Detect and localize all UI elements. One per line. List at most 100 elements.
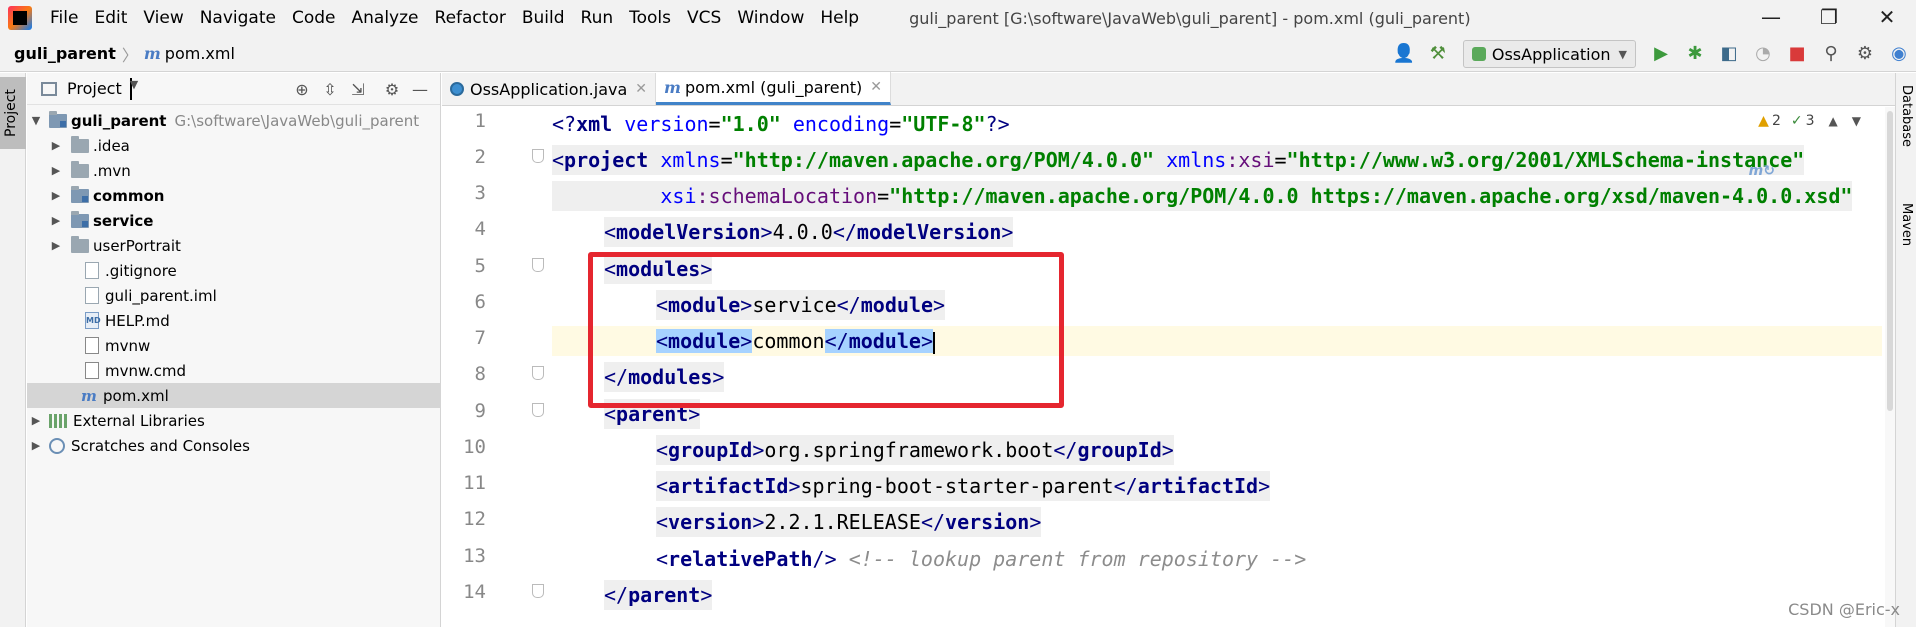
fold-marker-icon[interactable] <box>532 149 544 163</box>
minimize-button[interactable]: — <box>1742 0 1800 36</box>
chevron-down-icon[interactable]: ▼ <box>129 77 138 100</box>
user-icon[interactable]: 👤 <box>1389 39 1419 69</box>
fold-marker-icon[interactable] <box>532 258 544 272</box>
tree-item-label: Scratches and Consoles <box>71 436 250 455</box>
breadcrumb-project[interactable]: guli_parent <box>14 44 116 63</box>
project-panel-title[interactable]: Project <box>67 79 122 98</box>
close-icon[interactable]: ✕ <box>635 81 647 97</box>
chevron-up-icon[interactable]: ▲ <box>1829 114 1838 128</box>
menu-analyze[interactable]: Analyze <box>344 0 427 36</box>
menu-edit[interactable]: Edit <box>86 0 135 36</box>
tab-pom-xml[interactable]: m pom.xml (guli_parent) ✕ <box>656 72 892 105</box>
folder-icon <box>71 160 89 178</box>
menu-view[interactable]: View <box>135 0 191 36</box>
debug-icon[interactable]: ✱ <box>1680 39 1710 69</box>
tree-item-scratches[interactable]: ▶ Scratches and Consoles <box>27 433 441 458</box>
tree-root-name: guli_parent <box>71 111 167 130</box>
fold-marker-icon[interactable] <box>532 584 544 598</box>
close-button[interactable]: ✕ <box>1858 0 1916 36</box>
fold-marker-icon[interactable] <box>532 403 544 417</box>
gear-icon[interactable]: ⚙ <box>378 80 406 99</box>
script-file-icon <box>85 362 99 379</box>
maven-reload-icon[interactable]: m↻ <box>1749 163 1775 179</box>
maven-tool-tab[interactable]: Maven <box>1899 203 1914 246</box>
tree-item-label: guli_parent.iml <box>105 286 217 305</box>
maven-file-icon: m <box>81 386 97 405</box>
check-icon: ✓ <box>1790 113 1803 129</box>
tree-item-idea[interactable]: ▶ .idea <box>27 133 441 158</box>
chevron-right-icon[interactable]: ▶ <box>49 189 63 202</box>
iml-file-icon <box>85 287 99 304</box>
code-line-13: <relativePath/> <!-- lookup parent from … <box>656 547 1307 571</box>
watermark: CSDN @Eric-x <box>1788 600 1900 619</box>
menu-build[interactable]: Build <box>514 0 573 36</box>
project-tool-tab[interactable]: Project <box>0 77 26 149</box>
locate-icon[interactable]: ⊕ <box>288 80 316 99</box>
fold-marker-icon[interactable] <box>532 366 544 380</box>
tree-item-external-libraries[interactable]: ▶ External Libraries <box>27 408 441 433</box>
search-icon[interactable]: ⚲ <box>1816 39 1846 69</box>
chevron-right-icon[interactable]: ▶ <box>29 439 43 452</box>
expand-all-icon[interactable]: ⇳ <box>316 80 344 99</box>
chevron-right-icon[interactable]: ▶ <box>49 239 63 252</box>
tree-item-gitignore[interactable]: .gitignore <box>27 258 441 283</box>
tree-item-mvnw[interactable]: mvnw <box>27 333 441 358</box>
collapse-all-icon[interactable]: ⇲ <box>344 80 372 99</box>
tree-item-mvnw-cmd[interactable]: mvnw.cmd <box>27 358 441 383</box>
stop-icon[interactable]: ■ <box>1782 39 1812 69</box>
menu-code[interactable]: Code <box>284 0 344 36</box>
inspection-widget[interactable]: ▲ 2 ✓ 3 ▲ ▼ <box>1758 113 1861 129</box>
tree-item-pom-xml[interactable]: m pom.xml <box>27 383 441 408</box>
menu-refactor[interactable]: Refactor <box>427 0 514 36</box>
run-icon[interactable]: ▶ <box>1646 39 1676 69</box>
chevron-right-icon[interactable]: ▶ <box>29 414 43 427</box>
tree-item-iml[interactable]: guli_parent.iml <box>27 283 441 308</box>
breadcrumb-file[interactable]: pom.xml <box>165 44 235 63</box>
database-tool-tab[interactable]: Database <box>1899 85 1914 147</box>
chevron-right-icon[interactable]: ▶ <box>49 164 63 177</box>
tree-item-mvn[interactable]: ▶ .mvn <box>27 158 441 183</box>
menu-tools[interactable]: Tools <box>621 0 679 36</box>
breadcrumb-separator: 〉 <box>121 45 138 65</box>
chevron-down-icon: ▼ <box>1618 47 1627 61</box>
project-tree: ▼ guli_parent G:\software\JavaWeb\guli_p… <box>27 108 441 458</box>
editor-scrollbar[interactable] <box>1885 107 1895 627</box>
hide-panel-icon[interactable]: — <box>406 80 434 99</box>
tree-item-common[interactable]: ▶ common <box>27 183 441 208</box>
tree-item-label: service <box>93 211 154 230</box>
run-config-selector[interactable]: OssApplication ▼ <box>1462 40 1636 68</box>
profile-icon[interactable]: ◔ <box>1748 39 1778 69</box>
code-line-11: <artifactId>spring-boot-starter-parent</… <box>656 471 1271 501</box>
line-number: 9 <box>474 400 486 422</box>
tree-item-label: mvnw.cmd <box>105 361 187 380</box>
menu-window[interactable]: Window <box>729 0 812 36</box>
scrollbar-thumb[interactable] <box>1887 111 1893 411</box>
warning-count: 2 <box>1771 113 1781 129</box>
chevron-right-icon[interactable]: ▶ <box>49 214 63 227</box>
tab-oss-application[interactable]: OssApplication.java ✕ <box>442 73 657 105</box>
line-number: 13 <box>463 545 486 567</box>
coverage-icon[interactable]: ◧ <box>1714 39 1744 69</box>
tree-item-service[interactable]: ▶ service <box>27 208 441 233</box>
menu-vcs[interactable]: VCS <box>679 0 729 36</box>
chevron-right-icon[interactable]: ▶ <box>49 139 63 152</box>
tree-item-userportrait[interactable]: ▶ userPortrait <box>27 233 441 258</box>
line-number: 11 <box>463 472 486 494</box>
tree-item-help-md[interactable]: MD HELP.md <box>27 308 441 333</box>
editor-tabs: OssApplication.java ✕ m pom.xml (guli_pa… <box>442 72 1895 106</box>
build-hammer-icon[interactable]: ⚒ <box>1423 39 1453 69</box>
gear-icon[interactable]: ⚙ <box>1850 39 1880 69</box>
menu-file[interactable]: File <box>42 0 86 36</box>
menu-run[interactable]: Run <box>573 0 622 36</box>
menu-help[interactable]: Help <box>812 0 867 36</box>
restore-button[interactable]: ❐ <box>1800 0 1858 36</box>
tree-root[interactable]: ▼ guli_parent G:\software\JavaWeb\guli_p… <box>27 108 441 133</box>
close-icon[interactable]: ✕ <box>870 79 882 95</box>
chevron-down-icon[interactable]: ▼ <box>1852 114 1861 128</box>
java-class-icon <box>450 82 464 96</box>
toolbox-icon[interactable]: ◉ <box>1884 39 1914 69</box>
menu-navigate[interactable]: Navigate <box>192 0 284 36</box>
warning-icon: ▲ <box>1758 113 1769 129</box>
line-number: 4 <box>474 218 486 240</box>
chevron-down-icon[interactable]: ▼ <box>29 114 43 127</box>
